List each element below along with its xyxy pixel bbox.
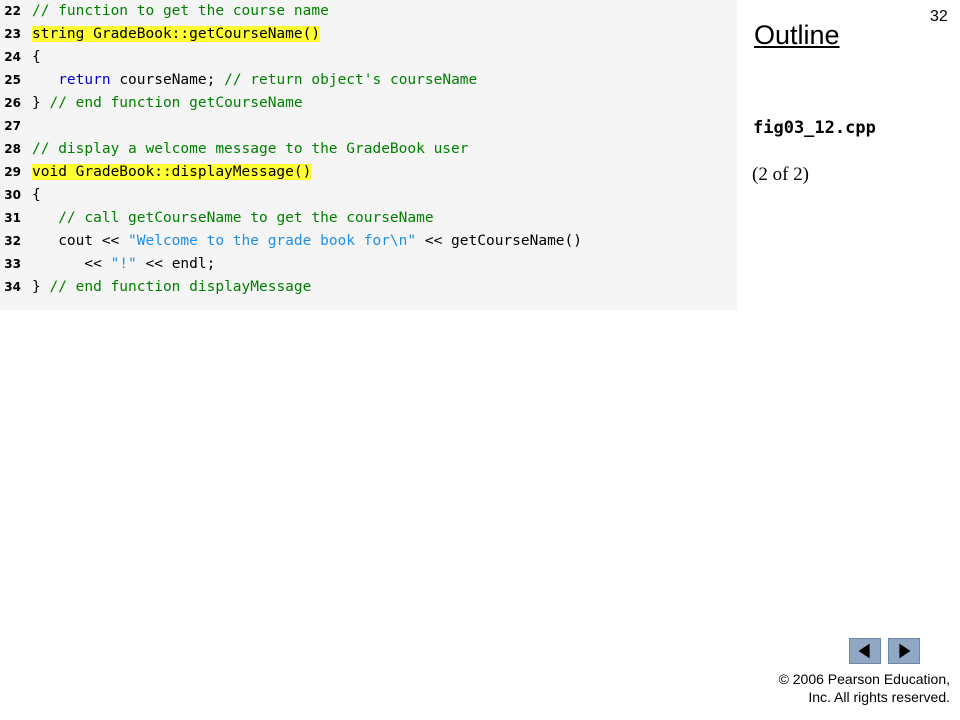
right-triangle-icon <box>899 643 911 659</box>
code-text: << "!" << endl; <box>32 253 215 276</box>
code-line: 30 { <box>0 184 737 207</box>
line-number: 31 <box>4 211 21 225</box>
code-line: 33 << "!" << endl; <box>0 253 737 276</box>
code-segment: cout << <box>32 233 129 249</box>
line-number: 25 <box>4 73 21 87</box>
code-line: 24 { <box>0 46 737 69</box>
code-line: 31 // call getCourseName to get the cour… <box>0 207 737 230</box>
code-segment: { <box>32 187 41 203</box>
line-number: 34 <box>4 280 21 294</box>
code-segment: } <box>32 279 50 295</box>
file-name: fig03_12.cpp <box>753 118 876 138</box>
code-line: 28 // display a welcome message to the Gr… <box>0 138 737 161</box>
code-text: { <box>32 184 41 207</box>
line-number: 29 <box>4 165 21 179</box>
line-number: 24 <box>4 50 21 64</box>
previous-slide-button[interactable] <box>849 638 881 664</box>
code-segment: << getCourseName() <box>416 233 582 249</box>
code-segment: // call getCourseName to get the courseN… <box>58 210 434 226</box>
code-segment: return <box>58 72 111 88</box>
code-segment: courseName; <box>110 72 225 88</box>
code-segment: "Welcome to the grade book for\n" <box>128 233 417 249</box>
code-line: 25 return courseName; // return object's… <box>0 69 737 92</box>
code-line: 29 void GradeBook::displayMessage() <box>0 161 737 184</box>
code-segment: // return object's courseName <box>224 72 478 88</box>
code-text: cout << "Welcome to the grade book for\n… <box>32 230 582 253</box>
code-segment: { <box>32 49 41 65</box>
code-segment: // function to get the course name <box>32 3 329 19</box>
code-segment: << endl; <box>136 256 216 272</box>
code-segment: // end function getCourseName <box>49 95 303 111</box>
code-segment: void GradeBook::displayMessage() <box>32 164 312 180</box>
code-line: 23 string GradeBook::getCourseName() <box>0 23 737 46</box>
line-number: 27 <box>4 119 21 133</box>
code-segment: string GradeBook::getCourseName() <box>32 26 321 42</box>
code-listing: 22 // function to get the course name 23 st… <box>0 0 737 310</box>
copyright-line-2: Inc. All rights reserved. <box>808 689 950 705</box>
code-line: 34} // end function displayMessage <box>0 276 737 299</box>
code-text: void GradeBook::displayMessage() <box>32 161 312 184</box>
code-text: { <box>32 46 41 69</box>
part-label: (2 of 2) <box>752 164 809 185</box>
line-number: 22 <box>4 4 21 18</box>
outline-title: Outline <box>754 20 840 50</box>
code-segment: "!" <box>110 256 137 272</box>
next-slide-button[interactable] <box>888 638 920 664</box>
line-number: 32 <box>4 234 21 248</box>
line-number: 28 <box>4 142 21 156</box>
line-number: 26 <box>4 96 21 110</box>
code-segment: // display a welcome message to the Grad… <box>32 141 469 157</box>
code-text: return courseName; // return object's co… <box>32 69 477 92</box>
left-triangle-icon <box>858 643 870 659</box>
line-number: 23 <box>4 27 21 41</box>
copyright-line-1: © 2006 Pearson Education, <box>778 671 950 687</box>
line-number: 33 <box>4 257 21 271</box>
code-segment: } <box>32 95 50 111</box>
code-segment: << <box>32 256 111 272</box>
code-text: } // end function displayMessage <box>32 276 311 299</box>
code-text: // display a welcome message to the Grad… <box>32 138 469 161</box>
code-line: 26} // end function getCourseName <box>0 92 737 115</box>
code-text: string GradeBook::getCourseName() <box>32 23 321 46</box>
code-line: 27 <box>0 115 737 138</box>
code-segment: // end function displayMessage <box>49 279 312 295</box>
code-text: // function to get the course name <box>32 0 329 23</box>
page-number: 32 <box>930 8 948 25</box>
line-number: 30 <box>4 188 21 202</box>
code-text: } // end function getCourseName <box>32 92 303 115</box>
code-text: // call getCourseName to get the courseN… <box>32 207 434 230</box>
code-line: 32 cout << "Welcome to the grade book fo… <box>0 230 737 253</box>
code-line: 22 // function to get the course name <box>0 0 737 23</box>
copyright-notice: © 2006 Pearson Education, Inc. All right… <box>730 670 950 706</box>
